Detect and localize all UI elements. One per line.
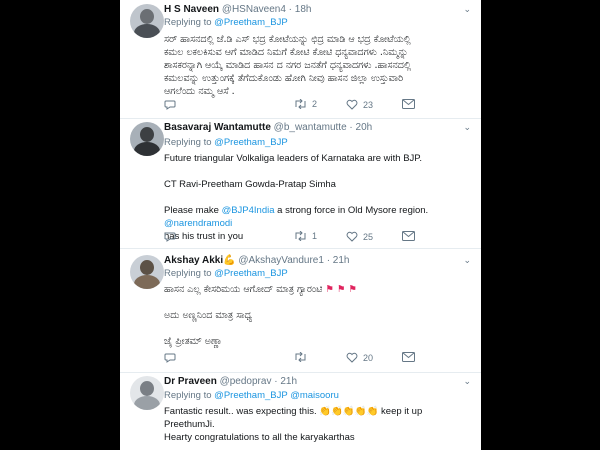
retweet-icon [295,99,306,109]
avatar[interactable] [130,4,164,38]
author-handle[interactable]: @AkshayVandure1 [238,255,324,266]
author-name[interactable]: Dr Praveen [164,376,217,387]
avatar[interactable] [130,122,164,156]
tweet-time[interactable]: · 21h [274,376,297,387]
author-name[interactable]: Akshay Akki [164,255,223,266]
tweet[interactable]: Basavaraj Wantamutte @b_wantamutte · 20h… [120,118,481,249]
replying-to: Replying to @Preetham_BJP @maisooru [164,390,339,401]
clapping-hands-icon: 👏👏👏👏👏 [319,406,379,417]
like-button[interactable]: 23 [346,99,373,110]
mention-link[interactable]: @Preetham_BJP [214,268,288,279]
tweet[interactable]: Akshay Akki💪 @AkshayVandure1 · 21h ⌄ Rep… [120,248,481,373]
avatar[interactable] [130,255,164,289]
retweet-count: 2 [312,99,318,109]
replying-to: Replying to @Preetham_BJP [164,268,288,279]
mention-link[interactable]: @maisooru [290,390,339,401]
chevron-down-icon[interactable]: ⌄ [463,122,471,133]
replying-to: Replying to @Preetham_BJP [164,137,288,148]
chevron-down-icon[interactable]: ⌄ [463,255,471,266]
message-icon[interactable] [402,352,415,362]
tweet-text: ಹಾಸನ ಎಲ್ಲ ಕೇಸರಿಮಯ ಆಗೋದ್ ಮಾತ್ರ ಗ್ಯಾರಂಟಿ ⚑… [164,284,357,347]
author-name[interactable]: H S Naveen [164,4,219,15]
flexed-biceps-icon: 💪 [223,255,236,266]
reply-icon[interactable] [164,231,176,242]
tweet-text: ಸರ್ ಹಾಸನದಲ್ಲಿ ಜೆ.ಡಿ ಎಸ್ ಭದ್ರ ಕೋಟೆಯನ್ನು ಛ… [164,34,412,97]
mention-link[interactable]: @Preetham_BJP [214,17,288,28]
tweet[interactable]: Dr Praveen @pedoprav · 21h ⌄ Replying to… [120,372,481,450]
mention-link[interactable]: @narendramodi [164,218,232,229]
mention-link[interactable]: @Preetham_BJP [214,137,288,148]
tweet[interactable]: H S Naveen @HSNaveen4 · 18h ⌄ Replying t… [120,0,481,119]
replying-to: Replying to @Preetham_BJP [164,17,288,28]
tweet-time[interactable]: · 18h [289,4,312,15]
heart-icon [346,352,358,363]
reply-icon[interactable] [164,352,176,363]
author-handle[interactable]: @pedoprav [220,376,272,387]
retweet-button[interactable]: 2 [294,99,317,109]
tweet-time[interactable]: · 21h [327,255,350,266]
author-name[interactable]: Basavaraj Wantamutte [164,122,271,133]
mention-link[interactable]: @BJP4India [222,205,275,216]
message-icon[interactable] [402,99,415,109]
retweet-button[interactable]: 1 [294,231,317,241]
retweet-icon [295,231,306,241]
like-button[interactable]: 20 [346,352,373,363]
tweet-time[interactable]: · 20h [349,122,372,133]
retweet-icon [295,352,306,362]
tweet-text: Fantastic result.. was expecting this. 👏… [164,406,423,443]
like-button[interactable]: 25 [346,231,373,242]
retweet-button[interactable] [294,352,307,362]
like-count: 23 [363,99,374,110]
heart-icon [346,231,358,242]
mention-link[interactable]: @Preetham_BJP [214,390,287,401]
chevron-down-icon[interactable]: ⌄ [463,4,471,15]
like-count: 20 [363,352,374,363]
retweet-count: 1 [312,231,318,241]
author-handle[interactable]: @HSNaveen4 [222,4,286,15]
red-flag-icon: ⚑ ⚑ ⚑ [325,284,357,295]
message-icon[interactable] [402,231,415,241]
author-handle[interactable]: @b_wantamutte [274,122,347,133]
avatar[interactable] [130,376,164,410]
like-count: 25 [363,231,374,242]
reply-icon[interactable] [164,99,176,110]
tweet-text: Future triangular Volkaliga leaders of K… [164,153,429,242]
heart-icon [346,99,358,110]
chevron-down-icon[interactable]: ⌄ [463,376,471,387]
twitter-replies-panel: H S Naveen @HSNaveen4 · 18h ⌄ Replying t… [120,0,481,450]
